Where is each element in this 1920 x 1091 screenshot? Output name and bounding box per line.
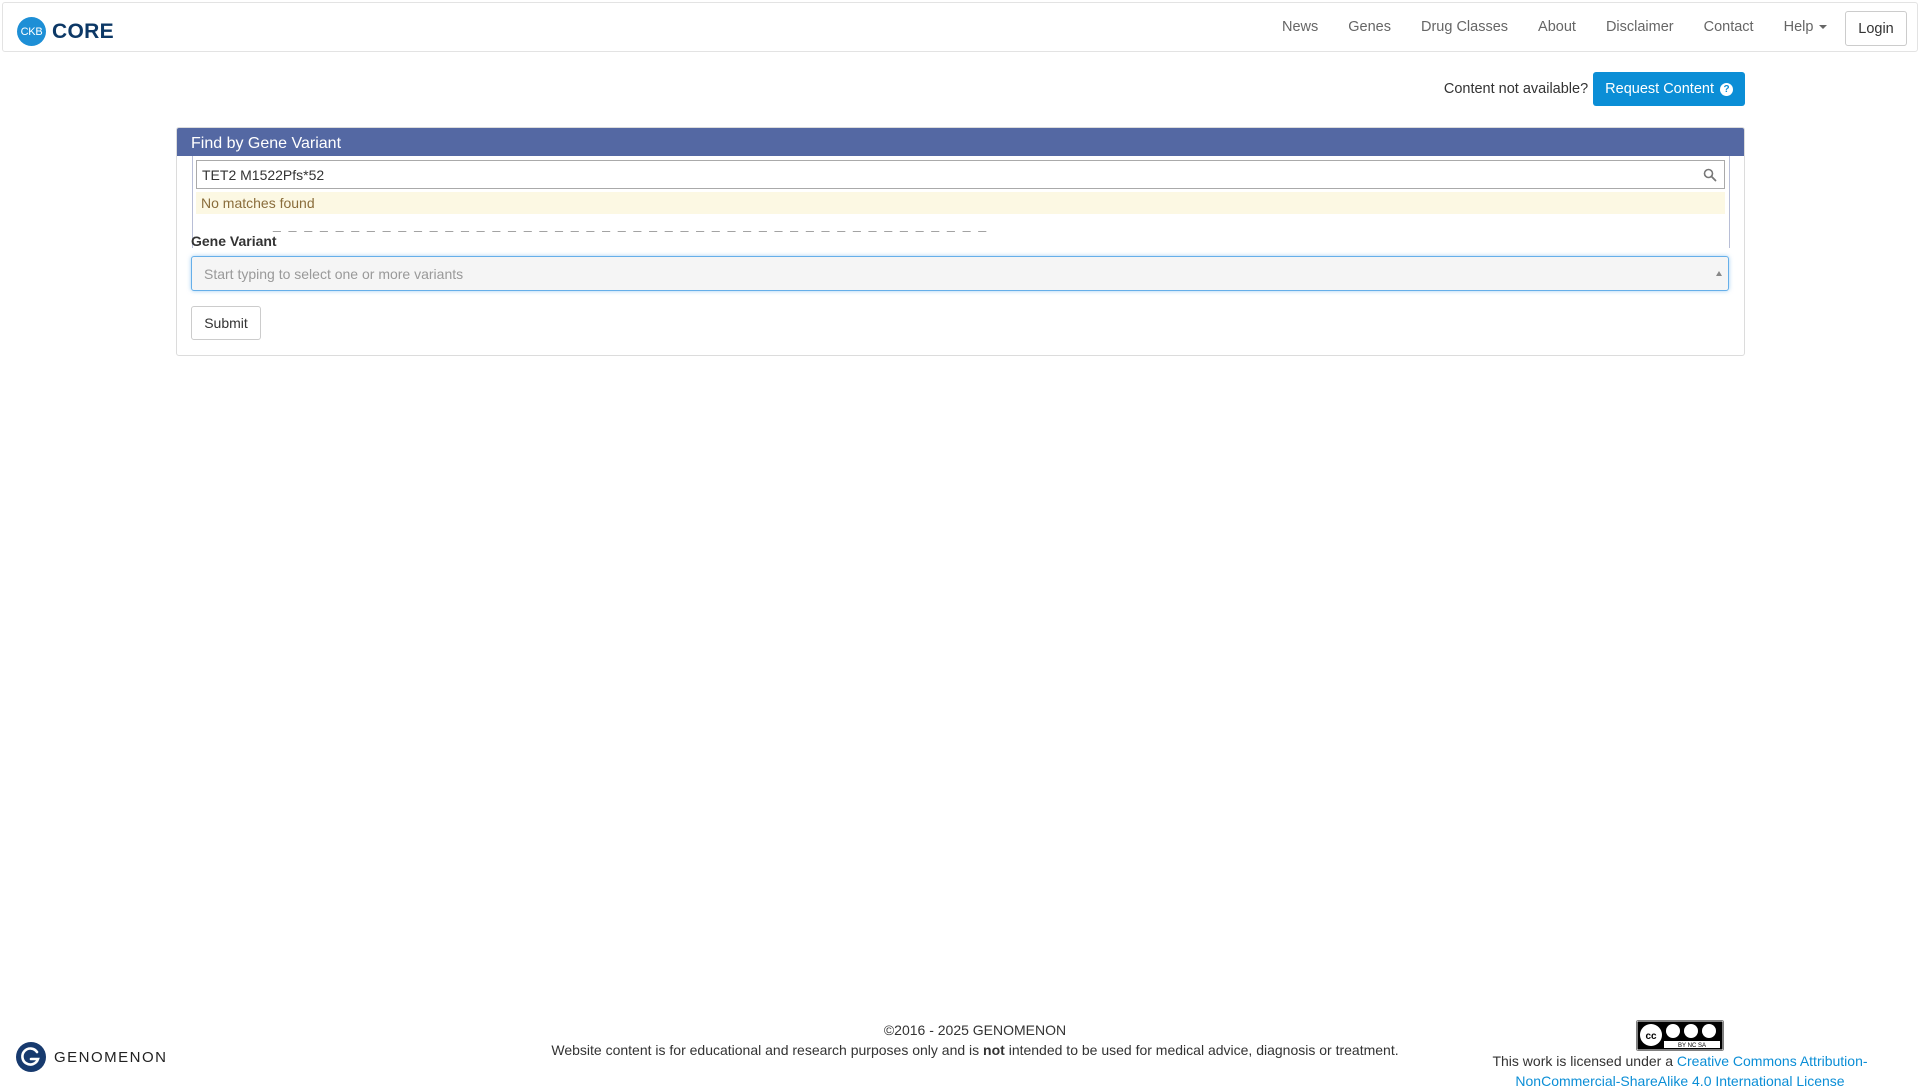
search-icon (1703, 168, 1717, 182)
cc-badge-text: BY NC SA (1678, 1043, 1706, 1049)
nav-item-drug-classes[interactable]: Drug Classes (1421, 19, 1508, 35)
license-text: This work is licensed under a Creative C… (1440, 1051, 1920, 1091)
disclaimer-pre: Website content is for educational and r… (551, 1042, 984, 1058)
content-not-available-text: Content not available? (1443, 81, 1589, 97)
nav-item-genes[interactable]: Genes (1348, 19, 1391, 35)
caret-up-icon (1716, 271, 1722, 276)
variant-search-box[interactable] (196, 160, 1725, 189)
login-button[interactable]: Login (1845, 11, 1907, 46)
caret-down-icon (1819, 25, 1828, 30)
panel-title: Find by Gene Variant (191, 135, 342, 152)
help-label: Help (1783, 19, 1814, 35)
disclaimer-bold: not (983, 1042, 1005, 1058)
genomenon-logo-text: GENOMENON (54, 1048, 168, 1066)
brand-logo[interactable]: CKB CORE (17, 17, 114, 46)
genomenon-logo[interactable]: GENOMENON (15, 1041, 168, 1073)
panel-heading: Find by Gene Variant (177, 128, 1744, 156)
svg-text:cc: cc (1645, 1031, 1657, 1042)
genomenon-g-icon (16, 1042, 46, 1072)
cc-by-nc-sa-icon: cc BY NC SA (1636, 1020, 1724, 1051)
no-matches-message: No matches found (196, 192, 1725, 214)
disclaimer-post: intended to be used for medical advice, … (1004, 1042, 1399, 1058)
brand-name: CORE (52, 19, 114, 43)
request-content-row: Content not available? Request Content ? (1400, 72, 1745, 106)
submit-button[interactable]: Submit (191, 306, 261, 340)
nav-item-news[interactable]: News (1282, 19, 1318, 35)
nav-item-contact[interactable]: Contact (1704, 19, 1754, 35)
nav-item-disclaimer[interactable]: Disclaimer (1606, 19, 1674, 35)
gene-variant-placeholder: Start typing to select one or more varia… (204, 266, 464, 282)
obscured-hint-text: _ _ _ _ _ _ _ _ _ _ _ _ _ _ _ _ _ _ _ _ … (273, 216, 989, 232)
main-nav: News Genes Drug Classes About Disclaimer… (1282, 3, 1857, 51)
question-circle-icon: ? (1720, 82, 1733, 96)
nav-item-help[interactable]: Help (1784, 19, 1828, 35)
gene-variant-label: Gene Variant (191, 233, 277, 249)
variant-search-input[interactable] (197, 161, 1724, 188)
nav-item-about[interactable]: About (1538, 19, 1576, 35)
request-content-button[interactable]: Request Content ? (1593, 72, 1745, 106)
top-navbar: CKB CORE News Genes Drug Classes About D… (2, 2, 1918, 52)
footer-copyright-block: ©2016 - 2025 GENOMENON Website content i… (475, 1020, 1475, 1060)
creative-commons-badge[interactable]: cc BY NC SA (1636, 1020, 1724, 1051)
gene-variant-select[interactable]: Start typing to select one or more varia… (191, 256, 1729, 291)
request-content-label: Request Content (1605, 81, 1714, 97)
copyright-text: ©2016 - 2025 GENOMENON (883, 1022, 1067, 1038)
ckb-badge-icon: CKB (17, 17, 46, 46)
disclaimer-text: Website content is for educational and r… (475, 1040, 1475, 1060)
license-pre: This work is licensed under a (1492, 1053, 1677, 1069)
